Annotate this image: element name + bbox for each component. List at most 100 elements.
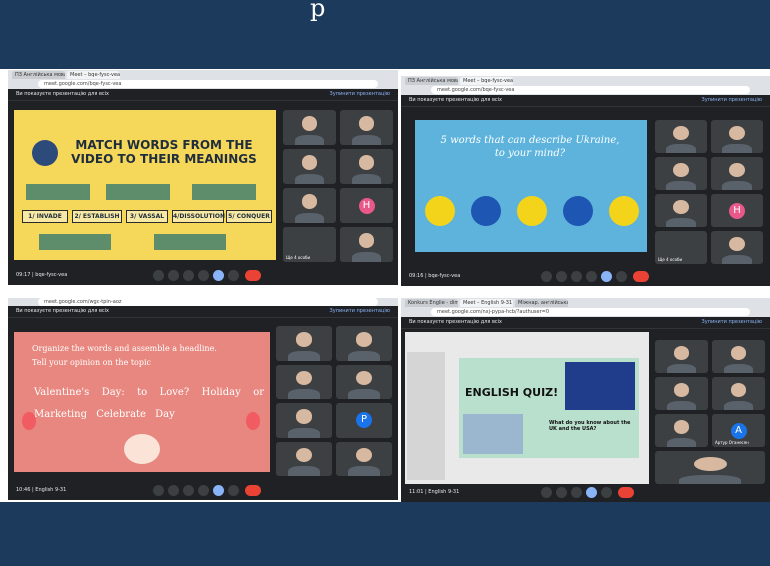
presenting-label: Ви показуєте презентацію для всіх — [16, 308, 110, 314]
more-options-button[interactable] — [228, 270, 239, 281]
stop-presenting-button[interactable]: Зупинити презентацію — [702, 97, 762, 103]
participant-tile[interactable] — [655, 414, 708, 447]
meet-controls: 09:17 | bqe-fysc-vea — [8, 267, 398, 285]
present-button[interactable] — [213, 270, 224, 281]
meet-controls: 09:16 | bqe-fysc-vea — [401, 268, 770, 286]
mic-button[interactable] — [541, 487, 552, 498]
mic-button[interactable] — [153, 270, 164, 281]
more-participants-tile[interactable]: Ще 4 особи — [655, 231, 707, 264]
present-button[interactable] — [586, 487, 597, 498]
hand-button[interactable] — [571, 271, 582, 282]
participant-tile[interactable] — [276, 364, 332, 399]
big-ben-image — [463, 414, 523, 454]
participant-tile[interactable] — [655, 377, 708, 410]
participant-tile[interactable] — [336, 326, 392, 361]
stop-presenting-button[interactable]: Зупинити презентацію — [330, 91, 390, 97]
bottom-banner — [0, 502, 770, 566]
slide-line-2: Tell your opinion on the topic — [32, 358, 152, 367]
more-participants-tile[interactable]: Ще 4 особи — [283, 227, 336, 262]
hand-button[interactable] — [183, 485, 194, 496]
teacher-avatar-icon — [32, 140, 58, 166]
definition-box — [154, 234, 226, 250]
hand-button[interactable] — [183, 270, 194, 281]
browser-tab[interactable]: Міжнар. англійська мова... — [515, 299, 568, 307]
browser-tab[interactable]: ПЗ Англійська мова English... — [405, 77, 458, 85]
participant-tile[interactable]: A Артур Оганесян — [712, 414, 765, 447]
browser-tab-meet[interactable]: Meet – bqe-fysc-vea — [67, 71, 120, 79]
present-button[interactable] — [213, 485, 224, 496]
emoji-button[interactable] — [198, 485, 209, 496]
present-button[interactable] — [601, 271, 612, 282]
participant-tile[interactable] — [283, 110, 336, 145]
address-bar[interactable]: meet.google.com/bqe-fysc-vea — [431, 86, 750, 94]
meet-controls: 11:01 | English 9-31 — [401, 484, 770, 502]
address-bar[interactable]: meet.google.com/wgc-tpin-aoz — [38, 298, 378, 306]
meeting-time: 09:17 | bqe-fysc-vea — [16, 272, 68, 278]
camera-button[interactable] — [168, 485, 179, 496]
screenshot-panel-1: ПЗ Англійська мова English... Meet – bqe… — [8, 70, 398, 285]
presentation-bar: Ви показуєте презентацію для всіх Зупини… — [401, 95, 770, 107]
participant-tile[interactable] — [655, 157, 707, 190]
participant-tile[interactable] — [655, 340, 708, 373]
hangup-button[interactable] — [245, 485, 261, 496]
participant-tile[interactable]: P — [336, 403, 392, 438]
presenting-label: Ви показуєте презентацію для всіх — [16, 91, 110, 97]
meeting-time: 10:46 | English 9-31 — [16, 487, 67, 493]
participant-tile[interactable] — [336, 364, 392, 399]
browser-tab-meet[interactable]: Meet – English 9-31 — [460, 299, 513, 307]
presentation-bar: Ви показуєте презентацію для всіх Зупини… — [401, 317, 770, 329]
stop-presenting-button[interactable]: Зупинити презентацію — [702, 319, 762, 325]
mic-button[interactable] — [541, 271, 552, 282]
participant-tile[interactable] — [276, 441, 332, 476]
participant-tile[interactable]: H — [340, 188, 393, 223]
participant-tile[interactable] — [283, 149, 336, 184]
address-bar[interactable]: meet.google.com/nxj-pypa-hcb/?authuser=0 — [431, 308, 750, 316]
participant-tile[interactable] — [336, 441, 392, 476]
union-jack-image — [565, 362, 635, 410]
participant-tile[interactable] — [655, 194, 707, 227]
participant-tile[interactable] — [711, 231, 763, 264]
hangup-button[interactable] — [618, 487, 634, 498]
more-options-button[interactable] — [228, 485, 239, 496]
camera-button[interactable] — [556, 271, 567, 282]
address-bar[interactable]: meet.google.com/bqe-fysc-vea — [38, 80, 378, 88]
camera-button[interactable] — [556, 487, 567, 498]
balloon-icon — [22, 412, 36, 430]
emoji-button[interactable] — [586, 271, 597, 282]
browser-tab[interactable]: ПЗ Англійська мова English... — [12, 71, 65, 79]
hand-button[interactable] — [571, 487, 582, 498]
participant-tile[interactable]: H — [711, 194, 763, 227]
emoji-button[interactable] — [198, 270, 209, 281]
participant-tile[interactable] — [283, 188, 336, 223]
slide-title: 5 words that can describe Ukraine, to yo… — [440, 135, 620, 159]
participant-tile[interactable] — [340, 110, 393, 145]
participant-tile[interactable] — [712, 340, 765, 373]
more-options-button[interactable] — [616, 271, 627, 282]
slide-title: MATCH WORDS FROM THE VIDEO TO THEIR MEAN… — [71, 138, 257, 166]
screenshot-panel-4: Konkurs Englie - dimple b... Meet – Engl… — [401, 298, 770, 502]
mic-button[interactable] — [153, 485, 164, 496]
meeting-time: 11:01 | English 9-31 — [409, 489, 460, 495]
more-options-button[interactable] — [601, 487, 612, 498]
participant-tile[interactable] — [276, 326, 332, 361]
slide-thumbnails — [407, 352, 445, 480]
participant-tile[interactable] — [711, 120, 763, 153]
definition-box — [192, 184, 256, 200]
participant-name: Артур Оганесян — [715, 440, 749, 445]
participant-tile[interactable] — [711, 157, 763, 190]
participant-tile[interactable] — [340, 149, 393, 184]
hangup-button[interactable] — [245, 270, 261, 281]
participant-tile[interactable] — [340, 227, 393, 262]
participant-tile[interactable] — [712, 377, 765, 410]
hangup-button[interactable] — [633, 271, 649, 282]
camera-button[interactable] — [168, 270, 179, 281]
quiz-slide: ENGLISH QUIZ! What do you know about the… — [459, 358, 639, 458]
slide-line-1: Organize the words and assemble a headli… — [32, 344, 217, 353]
browser-tab-meet[interactable]: Meet – bqe-fysc-vea — [460, 77, 513, 85]
yellow-circle — [609, 196, 639, 226]
browser-tab[interactable]: Konkurs Englie - dimple b... — [405, 299, 458, 307]
participant-tile[interactable] — [655, 451, 765, 484]
participant-tile[interactable] — [655, 120, 707, 153]
participant-tile[interactable] — [276, 403, 332, 438]
stop-presenting-button[interactable]: Зупинити презентацію — [330, 308, 390, 314]
